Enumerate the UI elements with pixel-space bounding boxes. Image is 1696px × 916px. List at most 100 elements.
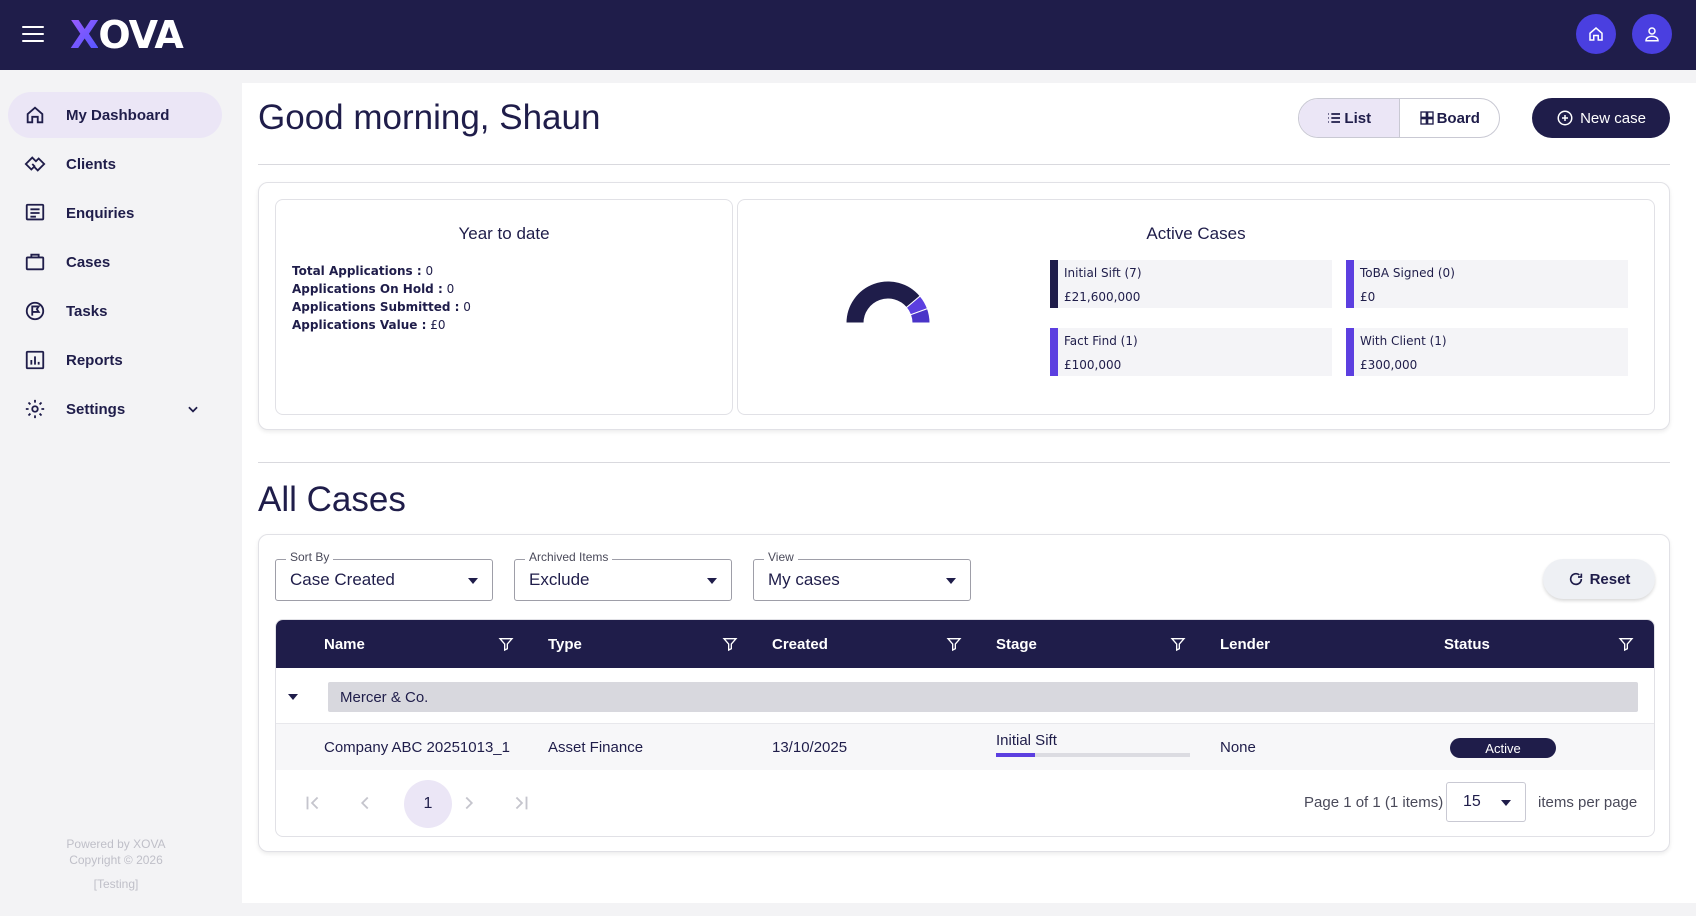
list-box-icon bbox=[25, 203, 45, 221]
board-view-label: Board bbox=[1436, 109, 1480, 127]
stage-value: £21,600,000 bbox=[1064, 290, 1141, 304]
select-legend: Sort By bbox=[286, 550, 334, 564]
filter-icon[interactable] bbox=[498, 636, 514, 652]
new-case-button[interactable]: New case bbox=[1532, 98, 1670, 138]
logo-text: OVA bbox=[98, 13, 184, 57]
stage-box-toba-signed[interactable]: ToBA Signed (0) £0 bbox=[1346, 260, 1628, 308]
list-view-label: List bbox=[1344, 109, 1372, 127]
next-page-icon[interactable] bbox=[458, 792, 480, 814]
sidebar-item-label: Cases bbox=[66, 253, 111, 271]
group-row: Mercer & Co. bbox=[276, 668, 1654, 724]
sidebar-item-settings[interactable]: Settings bbox=[8, 386, 222, 432]
caret-down-icon bbox=[707, 578, 717, 584]
briefcase-icon bbox=[25, 253, 45, 271]
status-badge: Active bbox=[1450, 738, 1556, 758]
cases-panel: Sort By Case Created Archived Items Excl… bbox=[258, 534, 1670, 852]
stage-value: £0 bbox=[1360, 290, 1376, 304]
archived-items-select[interactable]: Archived Items Exclude bbox=[514, 550, 732, 601]
caret-down-icon bbox=[1501, 800, 1511, 806]
cell-name: Company ABC 20251013_1 bbox=[324, 738, 510, 756]
bar-chart-icon bbox=[25, 350, 45, 370]
stage-box-fact-find[interactable]: Fact Find (1) £100,000 bbox=[1050, 328, 1332, 376]
stage-box-initial-sift[interactable]: Initial Sift (7) £21,600,000 bbox=[1050, 260, 1332, 308]
stats-panel: Year to date Total Applications : 0 Appl… bbox=[258, 182, 1670, 430]
column-header-lender[interactable]: Lender bbox=[1220, 620, 1270, 668]
home-icon bbox=[1589, 27, 1603, 41]
list-view-button[interactable]: List bbox=[1299, 99, 1400, 137]
select-value: Exclude bbox=[529, 570, 590, 589]
column-header-created[interactable]: Created bbox=[772, 620, 828, 668]
logo-mark: X bbox=[70, 13, 99, 57]
previous-page-icon[interactable] bbox=[354, 792, 376, 814]
select-value: Case Created bbox=[290, 570, 395, 589]
flag-circle-icon bbox=[25, 301, 45, 321]
column-header-name[interactable]: Name bbox=[324, 620, 365, 668]
stage-name: With Client (1) bbox=[1360, 334, 1447, 348]
pager: 1 Page 1 of 1 (1 items) 15 items per pag… bbox=[276, 770, 1654, 836]
cases-grid: Name Type Created Stage Lender Status Me… bbox=[275, 619, 1655, 837]
filter-icon[interactable] bbox=[1618, 636, 1634, 652]
sidebar-item-my-dashboard[interactable]: My Dashboard bbox=[8, 92, 222, 138]
collapse-caret-icon[interactable] bbox=[288, 694, 298, 700]
sidebar-item-enquiries[interactable]: Enquiries bbox=[8, 190, 222, 236]
sidebar-item-cases[interactable]: Cases bbox=[8, 239, 222, 285]
sidebar-item-label: Clients bbox=[66, 155, 117, 173]
top-bar: X OVA bbox=[0, 0, 1696, 70]
user-icon bbox=[1645, 27, 1659, 42]
ytd-applications-submitted: Applications Submitted : 0 bbox=[292, 300, 471, 314]
page-title: Good morning, Shaun bbox=[258, 98, 601, 137]
cell-lender: None bbox=[1220, 738, 1256, 756]
copyright-text: Copyright © 2026 bbox=[69, 853, 163, 867]
stage-box-with-client[interactable]: With Client (1) £300,000 bbox=[1346, 328, 1628, 376]
stage-name: Initial Sift bbox=[996, 732, 1057, 749]
sidebar-item-label: Reports bbox=[66, 351, 123, 369]
first-page-icon[interactable] bbox=[302, 792, 324, 814]
reset-button[interactable]: Reset bbox=[1543, 559, 1655, 599]
ytd-applications-on-hold: Applications On Hold : 0 bbox=[292, 282, 454, 296]
active-cases-card: Active Cases Initial Sift (7) £21,600,00… bbox=[737, 199, 1655, 415]
active-cases-gauge[interactable] bbox=[843, 278, 933, 328]
gauge-segment[interactable] bbox=[845, 280, 921, 324]
powered-by-text: Powered by XOVA bbox=[66, 837, 166, 851]
board-view-button[interactable]: Board bbox=[1400, 99, 1500, 137]
grid-header: Name Type Created Stage Lender Status bbox=[276, 620, 1654, 668]
filter-icon[interactable] bbox=[1170, 636, 1186, 652]
caret-down-icon bbox=[468, 578, 478, 584]
environment-label: [Testing] bbox=[93, 877, 139, 891]
column-header-status[interactable]: Status bbox=[1444, 620, 1490, 668]
ytd-total-applications: Total Applications : 0 bbox=[292, 264, 433, 278]
stage-name: Fact Find (1) bbox=[1064, 334, 1138, 348]
chevron-down-icon[interactable] bbox=[186, 402, 200, 416]
sidebar-item-tasks[interactable]: Tasks bbox=[8, 288, 222, 334]
caret-down-icon bbox=[946, 578, 956, 584]
stage-name: Initial Sift (7) bbox=[1064, 266, 1142, 280]
stat-label: Total Applications : bbox=[292, 264, 422, 278]
sidebar-item-clients[interactable]: Clients bbox=[8, 141, 222, 187]
table-row[interactable]: Company ABC 20251013_1 Asset Finance 13/… bbox=[276, 724, 1654, 770]
filter-icon[interactable] bbox=[722, 636, 738, 652]
page-size-select[interactable]: 15 bbox=[1446, 782, 1526, 822]
list-icon bbox=[1328, 113, 1341, 123]
sidebar: My Dashboard Clients Enquiries Cases Tas… bbox=[0, 70, 242, 916]
page-info: Page 1 of 1 (1 items) bbox=[1304, 794, 1444, 811]
grid-icon bbox=[1419, 111, 1434, 125]
sidebar-item-label: Settings bbox=[66, 400, 126, 418]
home-button[interactable] bbox=[1576, 14, 1616, 54]
view-select[interactable]: View My cases bbox=[753, 550, 971, 601]
stage-name: ToBA Signed (0) bbox=[1360, 266, 1455, 280]
column-header-stage[interactable]: Stage bbox=[996, 620, 1037, 668]
filter-icon[interactable] bbox=[946, 636, 962, 652]
ytd-applications-value: Applications Value : £0 bbox=[292, 318, 445, 332]
user-profile-button[interactable] bbox=[1632, 14, 1672, 54]
last-page-icon[interactable] bbox=[510, 792, 532, 814]
group-label: Mercer & Co. bbox=[328, 682, 1638, 712]
sidebar-item-reports[interactable]: Reports bbox=[8, 337, 222, 383]
column-header-type[interactable]: Type bbox=[548, 620, 582, 668]
plus-circle-icon bbox=[1557, 110, 1573, 126]
sort-by-select[interactable]: Sort By Case Created bbox=[275, 550, 493, 601]
stage-progress-fill bbox=[996, 753, 1035, 757]
stat-value: 0 bbox=[442, 282, 455, 296]
xova-logo[interactable]: X OVA bbox=[70, 13, 184, 57]
menu-icon[interactable] bbox=[22, 26, 44, 42]
page-number-button[interactable]: 1 bbox=[404, 780, 452, 828]
